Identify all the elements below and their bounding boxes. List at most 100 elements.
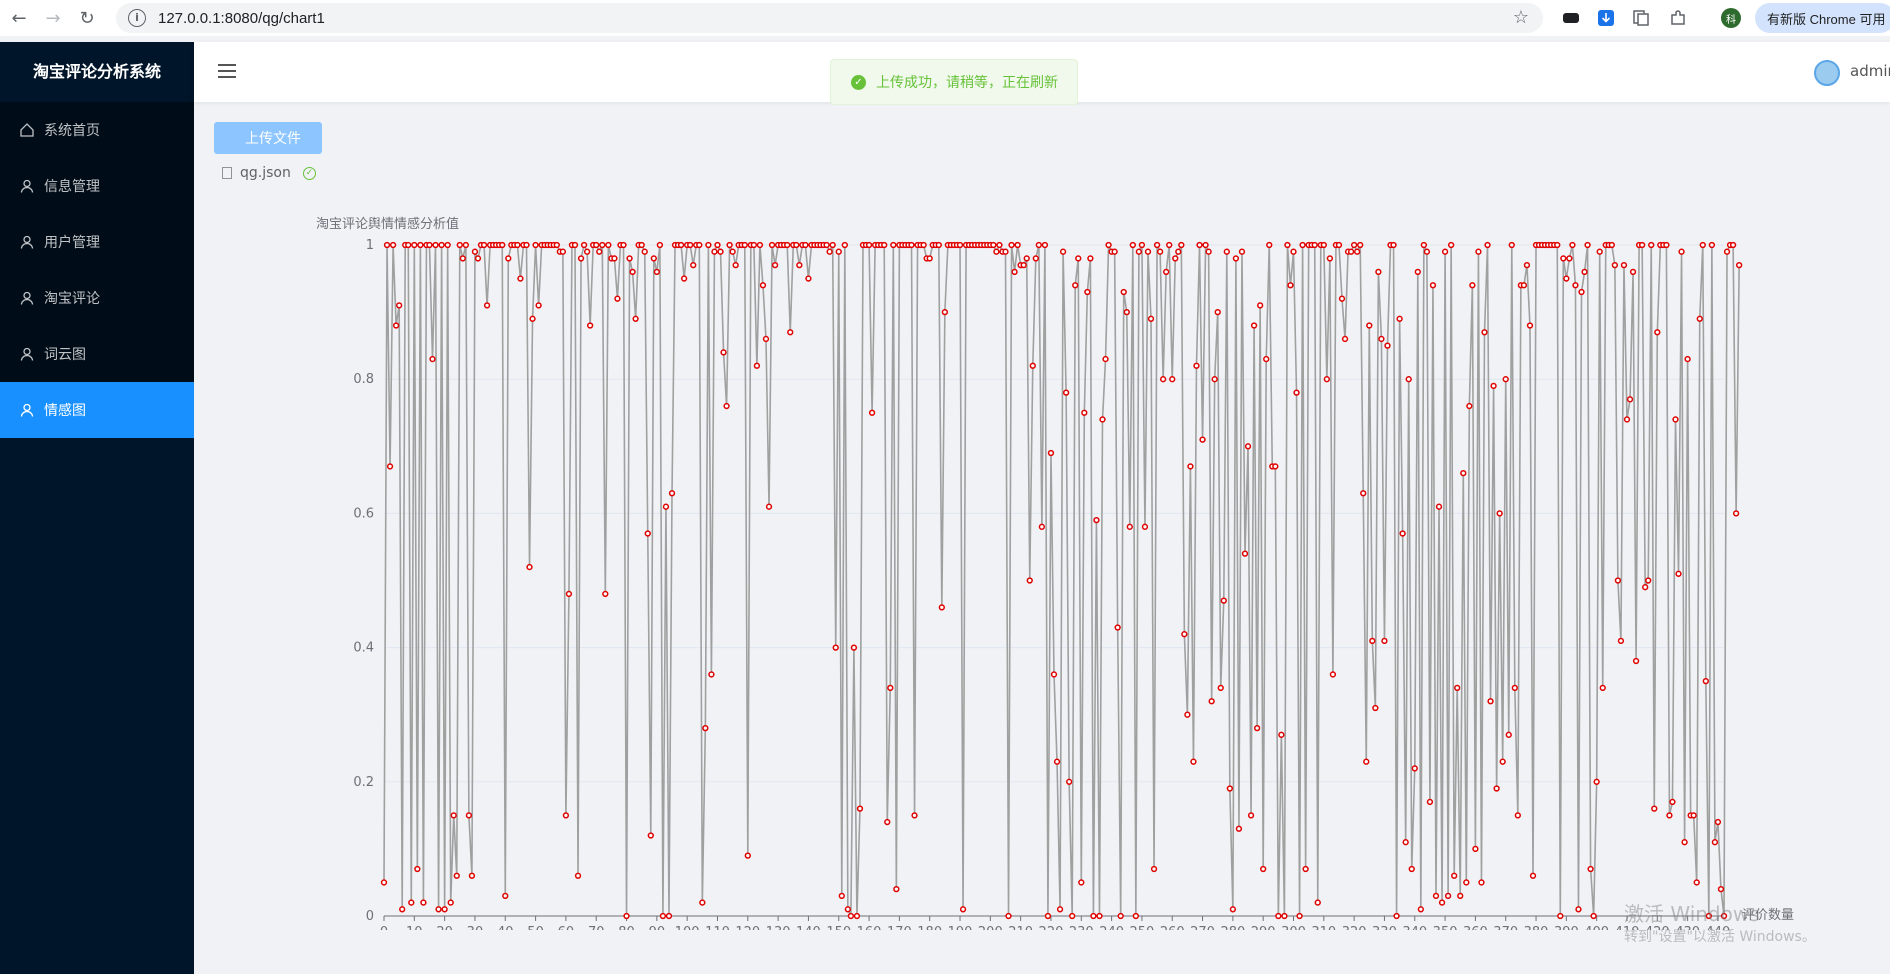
y-tick-label: 0.6: [353, 506, 374, 521]
data-point: [1560, 255, 1567, 262]
data-point: [641, 248, 648, 255]
data-point: [1284, 241, 1291, 249]
data-point: [1663, 241, 1670, 249]
data-point: [1642, 584, 1649, 591]
data-point: [1217, 684, 1224, 692]
data-point: [483, 302, 491, 309]
data-point: [1020, 261, 1027, 269]
sidebar-item-2[interactable]: 用户管理: [0, 214, 194, 270]
username[interactable]: admin: [1850, 62, 1890, 80]
data-point: [717, 248, 724, 255]
data-point: [1178, 241, 1185, 249]
x-tick-label: 280: [1220, 925, 1245, 930]
chrome-update-button[interactable]: 有新版 Chrome 可用: [1755, 3, 1890, 33]
data-point: [1557, 912, 1564, 920]
sidebar-item-0[interactable]: 系统首页: [0, 102, 194, 158]
data-point: [526, 563, 533, 571]
data-point: [626, 255, 633, 262]
data-point: [1175, 248, 1182, 255]
data-point: [505, 255, 512, 262]
data-point: [1554, 241, 1561, 249]
uploaded-file-item[interactable]: qg.json ✓: [222, 162, 316, 184]
x-tick-label: 50: [527, 925, 544, 930]
data-point: [726, 241, 733, 249]
data-point: [1620, 261, 1628, 269]
data-point: [1529, 872, 1537, 879]
back-icon[interactable]: ←: [4, 3, 34, 33]
data-point: [480, 241, 488, 249]
data-point: [1629, 268, 1637, 275]
x-tick-label: 120: [735, 925, 760, 930]
data-point: [438, 241, 445, 249]
reading-list-icon[interactable]: [1631, 8, 1651, 28]
sidebar-item-5[interactable]: 情感图: [0, 382, 194, 438]
data-point: [741, 241, 748, 249]
profile-avatar[interactable]: 科: [1721, 8, 1741, 28]
data-point: [1220, 597, 1227, 604]
data-point: [465, 812, 473, 819]
bookmark-star-icon[interactable]: ☆: [1513, 7, 1529, 28]
sidebar-item-4[interactable]: 词云图: [0, 326, 194, 382]
data-point: [389, 241, 397, 249]
forward-icon[interactable]: →: [38, 3, 68, 33]
data-point: [1053, 758, 1061, 765]
data-point: [1050, 671, 1058, 678]
x-tick-label: 110: [705, 925, 730, 930]
sidebar-item-1[interactable]: 信息管理: [0, 158, 194, 214]
data-point: [456, 241, 463, 249]
data-point: [1081, 409, 1088, 416]
y-tick-label: 0: [366, 909, 374, 924]
x-tick-label: 290: [1251, 925, 1276, 930]
data-point: [990, 241, 997, 249]
data-point: [714, 241, 721, 249]
upload-file-button[interactable]: 上传文件: [214, 122, 322, 154]
data-point: [392, 322, 400, 329]
data-point: [1590, 912, 1597, 920]
data-point: [1278, 731, 1285, 738]
data-point: [1502, 376, 1509, 383]
data-point: [1026, 577, 1033, 584]
data-point: [1320, 241, 1327, 249]
data-point: [1493, 785, 1500, 792]
data-point: [784, 241, 791, 249]
data-point: [941, 308, 949, 316]
data-point: [1472, 845, 1479, 853]
avatar[interactable]: [1814, 60, 1840, 86]
data-point: [1102, 355, 1109, 363]
data-point: [623, 912, 630, 920]
x-tick-label: 240: [1099, 925, 1124, 930]
download-icon[interactable]: [1596, 8, 1616, 28]
data-point: [593, 241, 600, 249]
sidebar-item-3[interactable]: 淘宝评论: [0, 270, 194, 326]
data-point: [1105, 241, 1112, 249]
x-tick-label: 70: [588, 925, 605, 930]
extension-game-icon[interactable]: [1561, 8, 1581, 28]
user-icon: [20, 291, 34, 305]
data-point: [1369, 637, 1376, 645]
data-point: [599, 241, 606, 249]
data-point: [1578, 288, 1585, 296]
data-point: [720, 349, 727, 356]
menu-toggle-icon[interactable]: [218, 64, 236, 78]
data-point: [383, 241, 391, 249]
x-tick-label: 150: [826, 925, 851, 930]
data-point: [1714, 818, 1722, 826]
x-tick-label: 20: [436, 925, 453, 930]
site-info-icon[interactable]: i: [128, 9, 146, 27]
address-bar[interactable]: i 127.0.0.1:8080/qg/chart1 ☆: [116, 3, 1543, 33]
data-point: [529, 315, 536, 322]
data-point: [826, 248, 833, 255]
data-point: [1314, 899, 1321, 906]
data-point: [408, 899, 415, 906]
data-point: [1481, 329, 1488, 336]
reload-icon[interactable]: ↻: [72, 3, 102, 33]
data-point: [1047, 449, 1055, 457]
x-tick-label: 220: [1039, 925, 1064, 930]
extensions-puzzle-icon[interactable]: [1668, 8, 1688, 28]
data-point: [732, 261, 739, 269]
data-point: [1626, 396, 1634, 403]
data-point: [1002, 248, 1009, 255]
data-point: [1114, 624, 1121, 631]
x-tick-label: 400: [1584, 925, 1609, 930]
data-point: [1390, 241, 1397, 249]
